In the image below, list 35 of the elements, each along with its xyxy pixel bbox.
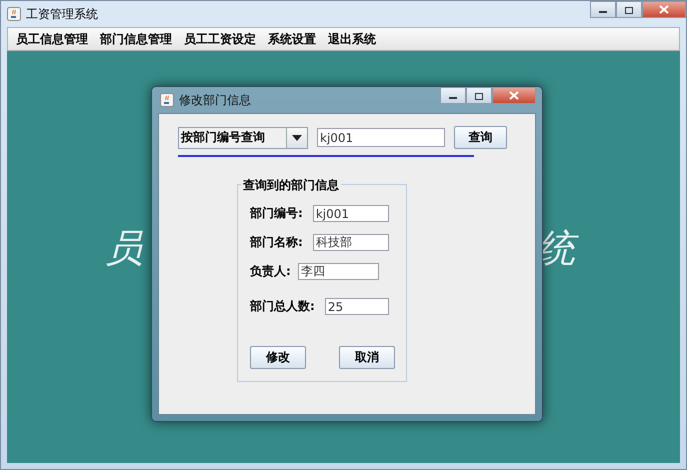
background-title: 员 xyxy=(105,225,143,272)
input-field[interactable]: 25 xyxy=(324,298,389,315)
minimize-button[interactable] xyxy=(590,1,616,18)
close-icon xyxy=(509,91,519,100)
input-field[interactable]: kj001 xyxy=(312,205,389,222)
field-label: 部门编号: xyxy=(250,205,303,222)
dialog-icon xyxy=(160,93,174,107)
window-title: 工资管理系统 xyxy=(26,6,98,22)
menu-item[interactable]: 员工信息管理 xyxy=(10,30,94,48)
input-field[interactable]: 科技部 xyxy=(312,234,389,251)
maximize-button[interactable] xyxy=(616,1,642,18)
field-label: 负责人: xyxy=(250,263,291,280)
app-icon xyxy=(7,7,21,21)
maximize-button[interactable] xyxy=(466,87,492,104)
minimize-button[interactable] xyxy=(440,87,466,104)
search-button[interactable]: 查询 xyxy=(454,126,507,149)
dialog-title: 修改部门信息 xyxy=(179,92,251,108)
caret-icon xyxy=(292,134,302,140)
field-label: 部门名称: xyxy=(250,234,303,251)
close-button[interactable] xyxy=(492,87,536,104)
close-icon xyxy=(659,5,669,14)
input-field[interactable]: 李四 xyxy=(298,263,379,280)
menu-item[interactable]: 退出系统 xyxy=(322,30,382,48)
maximize-icon xyxy=(474,92,484,100)
menu-item[interactable]: 系统设置 xyxy=(262,30,322,48)
menu-item[interactable]: 员工工资设定 xyxy=(178,30,262,48)
field-label: 部门总人数: xyxy=(250,298,315,315)
dialog-button[interactable]: 修改 xyxy=(250,346,306,369)
menu-item[interactable]: 部门信息管理 xyxy=(94,30,178,48)
maximize-icon xyxy=(624,6,634,14)
close-button[interactable] xyxy=(642,1,686,18)
dialog-button[interactable]: 取消 xyxy=(339,346,395,369)
group-title: 查询到的部门信息 xyxy=(241,177,341,194)
search-field[interactable]: kj001 xyxy=(317,128,445,147)
search-mode-dropdown[interactable]: 按部门编号查询 xyxy=(178,126,308,148)
